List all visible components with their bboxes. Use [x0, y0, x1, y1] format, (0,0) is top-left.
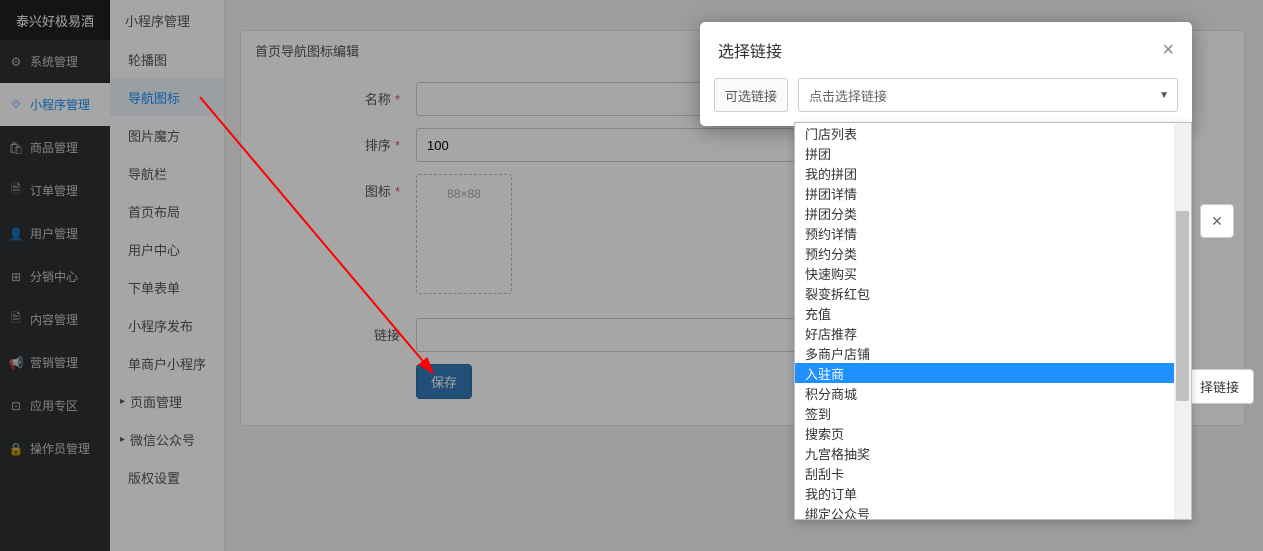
- dropdown-scrollbar[interactable]: [1174, 123, 1191, 519]
- dropdown-option[interactable]: 充值: [795, 303, 1174, 323]
- dropdown-option[interactable]: 搜索页: [795, 423, 1174, 443]
- dropdown-option[interactable]: 预约详情: [795, 223, 1174, 243]
- modal-tag: 可选链接: [714, 78, 788, 112]
- dropdown-option[interactable]: 入驻商: [795, 363, 1174, 383]
- dropdown-option[interactable]: 门店列表: [795, 123, 1174, 143]
- dropdown-option[interactable]: 九宫格抽奖: [795, 443, 1174, 463]
- dropdown-option[interactable]: 预约分类: [795, 243, 1174, 263]
- dropdown-option[interactable]: 积分商城: [795, 383, 1174, 403]
- dropdown-option[interactable]: 拼团: [795, 143, 1174, 163]
- scrollbar-thumb[interactable]: [1176, 211, 1189, 401]
- select-placeholder: 点击选择链接: [809, 86, 887, 105]
- link-modal: 选择链接 × 可选链接 点击选择链接 ▼: [700, 22, 1192, 126]
- dropdown-option[interactable]: 绑定公众号: [795, 503, 1174, 519]
- dropdown-option[interactable]: 拼团分类: [795, 203, 1174, 223]
- close-icon: ✕: [1211, 213, 1223, 230]
- dropdown-option[interactable]: 好店推荐: [795, 323, 1174, 343]
- choose-link-button[interactable]: 择链接: [1185, 369, 1254, 404]
- dropdown-option[interactable]: 拼团详情: [795, 183, 1174, 203]
- dropdown-option[interactable]: 刮刮卡: [795, 463, 1174, 483]
- dropdown-option[interactable]: 裂变拆红包: [795, 283, 1174, 303]
- dropdown-option[interactable]: 我的订单: [795, 483, 1174, 503]
- dropdown-option[interactable]: 快速购买: [795, 263, 1174, 283]
- modal-close-icon[interactable]: ×: [1162, 39, 1174, 62]
- icon-row-close[interactable]: ✕: [1200, 204, 1234, 238]
- dropdown-option[interactable]: 我的拼团: [795, 163, 1174, 183]
- chevron-down-icon: ▼: [1159, 90, 1169, 101]
- link-select[interactable]: 点击选择链接 ▼: [798, 78, 1178, 112]
- dropdown-option[interactable]: 签到: [795, 403, 1174, 423]
- modal-title: 选择链接: [718, 38, 782, 62]
- dropdown-option[interactable]: 多商户店铺: [795, 343, 1174, 363]
- link-dropdown: 门店列表拼团我的拼团拼团详情拼团分类预约详情预约分类快速购买裂变拆红包充值好店推…: [794, 122, 1192, 520]
